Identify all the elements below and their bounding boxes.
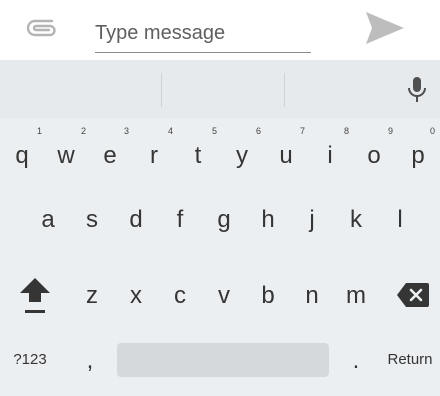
key-hint: 4	[168, 126, 174, 136]
key-row-1: 1q 2w 3e 4r 5t 6y 7u 8 i 9o 0p	[0, 118, 440, 183]
key-f[interactable]: f	[164, 206, 196, 234]
key-x[interactable]: x	[120, 282, 152, 310]
suggestion-slot-1[interactable]	[0, 60, 161, 118]
key-label: u	[279, 142, 293, 169]
key-v[interactable]: v	[208, 282, 240, 310]
key-hint: 5	[212, 126, 218, 136]
key-row-3: z x c v b n m	[0, 272, 440, 322]
key-label: p	[411, 142, 425, 169]
message-input[interactable]	[95, 14, 311, 53]
period-key[interactable]: .	[344, 347, 368, 375]
key-label: r	[150, 142, 158, 169]
key-label: e	[103, 142, 117, 169]
key-label: q	[15, 142, 29, 169]
key-s[interactable]: s	[76, 206, 108, 234]
send-icon[interactable]	[364, 10, 406, 46]
key-label: i	[327, 142, 333, 169]
shift-arrow-icon[interactable]	[19, 276, 51, 316]
key-label: o	[367, 142, 381, 169]
key-label: y	[236, 142, 248, 169]
key-hint: 0	[430, 126, 436, 136]
key-j[interactable]: j	[296, 206, 328, 234]
compose-bar	[0, 0, 440, 60]
suggestion-slot-3[interactable]	[285, 60, 395, 118]
key-c[interactable]: c	[164, 282, 196, 310]
return-key[interactable]: Return	[382, 351, 438, 368]
key-hint: 1	[37, 126, 43, 136]
key-z[interactable]: z	[76, 282, 108, 310]
comma-key[interactable]: ,	[78, 347, 102, 375]
paperclip-icon[interactable]	[25, 17, 57, 39]
key-hint: 3	[124, 126, 130, 136]
suggestion-slot-2[interactable]	[162, 60, 284, 118]
key-h[interactable]: h	[252, 206, 284, 234]
keyboard: 1q 2w 3e 4r 5t 6y 7u 8 i 9o 0p a s d f g …	[0, 60, 440, 396]
key-hint: 9	[388, 126, 394, 136]
key-n[interactable]: n	[296, 282, 328, 310]
key-m[interactable]: m	[340, 282, 372, 310]
key-label: t	[194, 142, 202, 169]
key-hint: 8	[344, 126, 350, 136]
key-hint: 2	[81, 126, 87, 136]
space-bar[interactable]	[117, 343, 329, 377]
key-label: w	[57, 142, 75, 169]
key-k[interactable]: k	[340, 206, 372, 234]
backspace-icon[interactable]	[396, 282, 430, 308]
suggestion-strip	[0, 60, 440, 118]
key-l[interactable]: l	[384, 206, 416, 234]
key-g[interactable]: g	[208, 206, 240, 234]
key-d[interactable]: d	[120, 206, 152, 234]
key-hint: 6	[256, 126, 262, 136]
key-b[interactable]: b	[252, 282, 284, 310]
key-a[interactable]: a	[32, 206, 64, 234]
key-row-2: a s d f g h j k l	[0, 206, 440, 246]
key-hint: 7	[300, 126, 306, 136]
microphone-icon[interactable]	[405, 75, 429, 105]
symbols-key[interactable]: ?123	[8, 351, 52, 368]
